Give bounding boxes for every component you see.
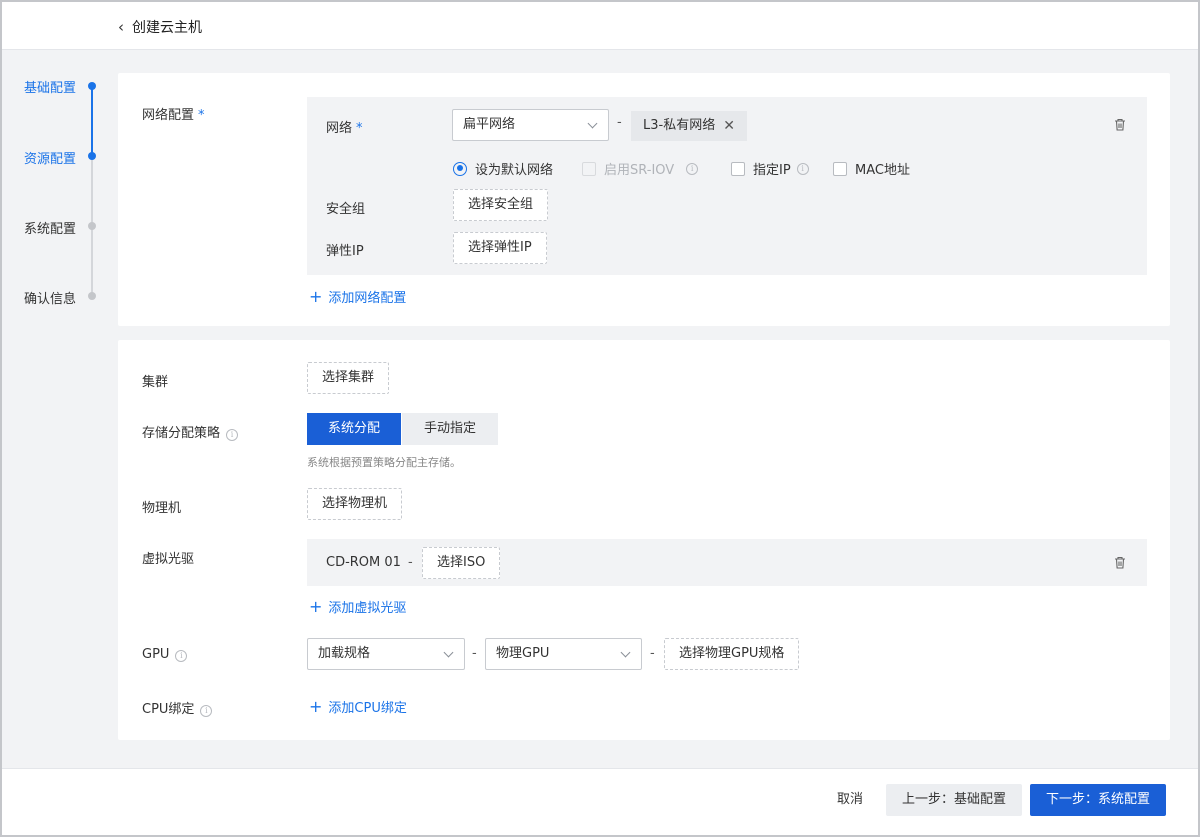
prev-step-button[interactable]: 上一步：基础配置 — [886, 784, 1022, 816]
footer-bar: 取消 上一步：基础配置 下一步：系统配置 — [2, 768, 1198, 835]
mac-label: MAC地址 — [855, 163, 910, 178]
step-confirm[interactable]: 确认信息 — [24, 288, 76, 307]
storage-manual-option[interactable]: 手动指定 — [402, 413, 498, 445]
fixed-ip-label: 指定IP — [753, 163, 791, 178]
fixed-ip-checkbox[interactable]: 指定IP i — [731, 159, 809, 178]
cdrom-item: CD-ROM 01 - 选择ISO — [307, 539, 1147, 586]
host-label: 物理机 — [142, 501, 182, 516]
close-icon[interactable]: ✕ — [723, 111, 735, 141]
select-cluster-button[interactable]: 选择集群 — [307, 362, 390, 394]
back-button[interactable]: ‹ 创建云主机 — [118, 17, 202, 37]
eip-label: 弹性IP — [326, 244, 364, 259]
checkbox — [731, 161, 745, 176]
chevron-down-icon — [620, 647, 631, 658]
gpu-label: GPU i — [142, 647, 188, 662]
add-cdrom-link[interactable]: + 添加虚拟光驱 — [309, 597, 407, 617]
add-cpu-binding-link[interactable]: + 添加CPU绑定 — [309, 697, 407, 717]
sriov-checkbox[interactable]: 启用SR-IOV i — [582, 159, 699, 178]
info-icon: i — [796, 162, 809, 175]
cancel-button[interactable]: 取消 — [820, 784, 880, 816]
step-dot-resource — [88, 152, 96, 160]
default-network-label: 设为默认网络 — [475, 163, 554, 178]
cdrom-name: CD-ROM 01 — [326, 555, 401, 570]
gpu-type-select[interactable]: 物理GPU — [485, 638, 642, 670]
plus-icon: + — [309, 287, 323, 306]
mac-checkbox[interactable]: MAC地址 — [833, 159, 910, 178]
checkbox — [833, 161, 847, 176]
select-gpu-spec-button[interactable]: 选择物理GPU规格 — [664, 638, 800, 670]
plus-icon: + — [309, 597, 323, 616]
radio-checked — [453, 161, 467, 176]
separator: - — [617, 115, 622, 130]
select-iso-button[interactable]: 选择ISO — [422, 547, 501, 579]
info-icon: i — [226, 429, 239, 441]
network-config-label: 网络配置 * — [142, 108, 205, 123]
page-title: 创建云主机 — [132, 20, 202, 36]
add-cpu-label: 添加CPU绑定 — [328, 701, 407, 716]
next-step-button[interactable]: 下一步：系统配置 — [1030, 784, 1166, 816]
chevron-down-icon — [443, 647, 454, 658]
separator: - — [408, 555, 413, 570]
add-network-config-link[interactable]: + 添加网络配置 — [309, 287, 407, 307]
page-header: ‹ 创建云主机 — [2, 2, 1198, 50]
cluster-label: 集群 — [142, 375, 169, 390]
add-network-label: 添加网络配置 — [328, 291, 407, 306]
storage-hint: 系统根据预置策略分配主存储。 — [307, 456, 461, 469]
gpu-mode-select[interactable]: 加载规格 — [307, 638, 465, 670]
cdrom-label: 虚拟光驱 — [142, 552, 195, 567]
chevron-down-icon — [587, 118, 598, 129]
network-card: 网络配置 * 网络 * 扁平网络 - L3-私有网络 ✕ 设为默认网络 启用SR-IO… — [118, 73, 1170, 326]
trash-icon[interactable] — [1114, 556, 1126, 569]
step-rail-done — [91, 86, 93, 156]
plus-icon: + — [309, 697, 323, 716]
network-type-select[interactable]: 扁平网络 — [452, 109, 609, 141]
checkbox — [582, 161, 596, 176]
network-label: 网络 * — [326, 121, 363, 136]
select-host-button[interactable]: 选择物理机 — [307, 488, 403, 520]
storage-auto-option[interactable]: 系统分配 — [307, 413, 401, 445]
sriov-label: 启用SR-IOV — [604, 163, 675, 178]
step-dot-system — [88, 222, 96, 230]
resource-card: 集群 选择集群 存储分配策略 i 系统分配 手动指定 系统根据预置策略分配主存储。… — [118, 340, 1170, 740]
default-network-radio[interactable]: 设为默认网络 — [453, 159, 553, 178]
step-system[interactable]: 系统配置 — [24, 218, 76, 237]
separator: - — [472, 646, 477, 661]
network-tag: L3-私有网络 ✕ — [631, 111, 747, 141]
network-tag-label: L3-私有网络 — [643, 118, 716, 133]
step-basic[interactable]: 基础配置 — [24, 77, 76, 96]
add-cdrom-label: 添加虚拟光驱 — [328, 601, 407, 616]
info-icon: i — [175, 650, 188, 662]
info-icon: i — [686, 162, 699, 175]
step-dot-confirm — [88, 292, 96, 300]
storage-policy-label: 存储分配策略 i — [142, 422, 239, 441]
cpu-binding-label: CPU绑定 i — [142, 698, 213, 717]
select-security-group-button[interactable]: 选择安全组 — [453, 189, 549, 221]
network-item: 网络 * 扁平网络 - L3-私有网络 ✕ 设为默认网络 启用SR-IOV i 指定I… — [307, 97, 1147, 275]
step-resource[interactable]: 资源配置 — [24, 148, 76, 167]
security-group-label: 安全组 — [326, 202, 366, 217]
separator: - — [650, 646, 655, 661]
info-icon: i — [200, 705, 213, 717]
step-dot-basic — [88, 82, 96, 90]
trash-icon[interactable] — [1114, 118, 1126, 131]
chevron-left-icon: ‹ — [118, 18, 124, 36]
select-eip-button[interactable]: 选择弹性IP — [453, 232, 547, 264]
